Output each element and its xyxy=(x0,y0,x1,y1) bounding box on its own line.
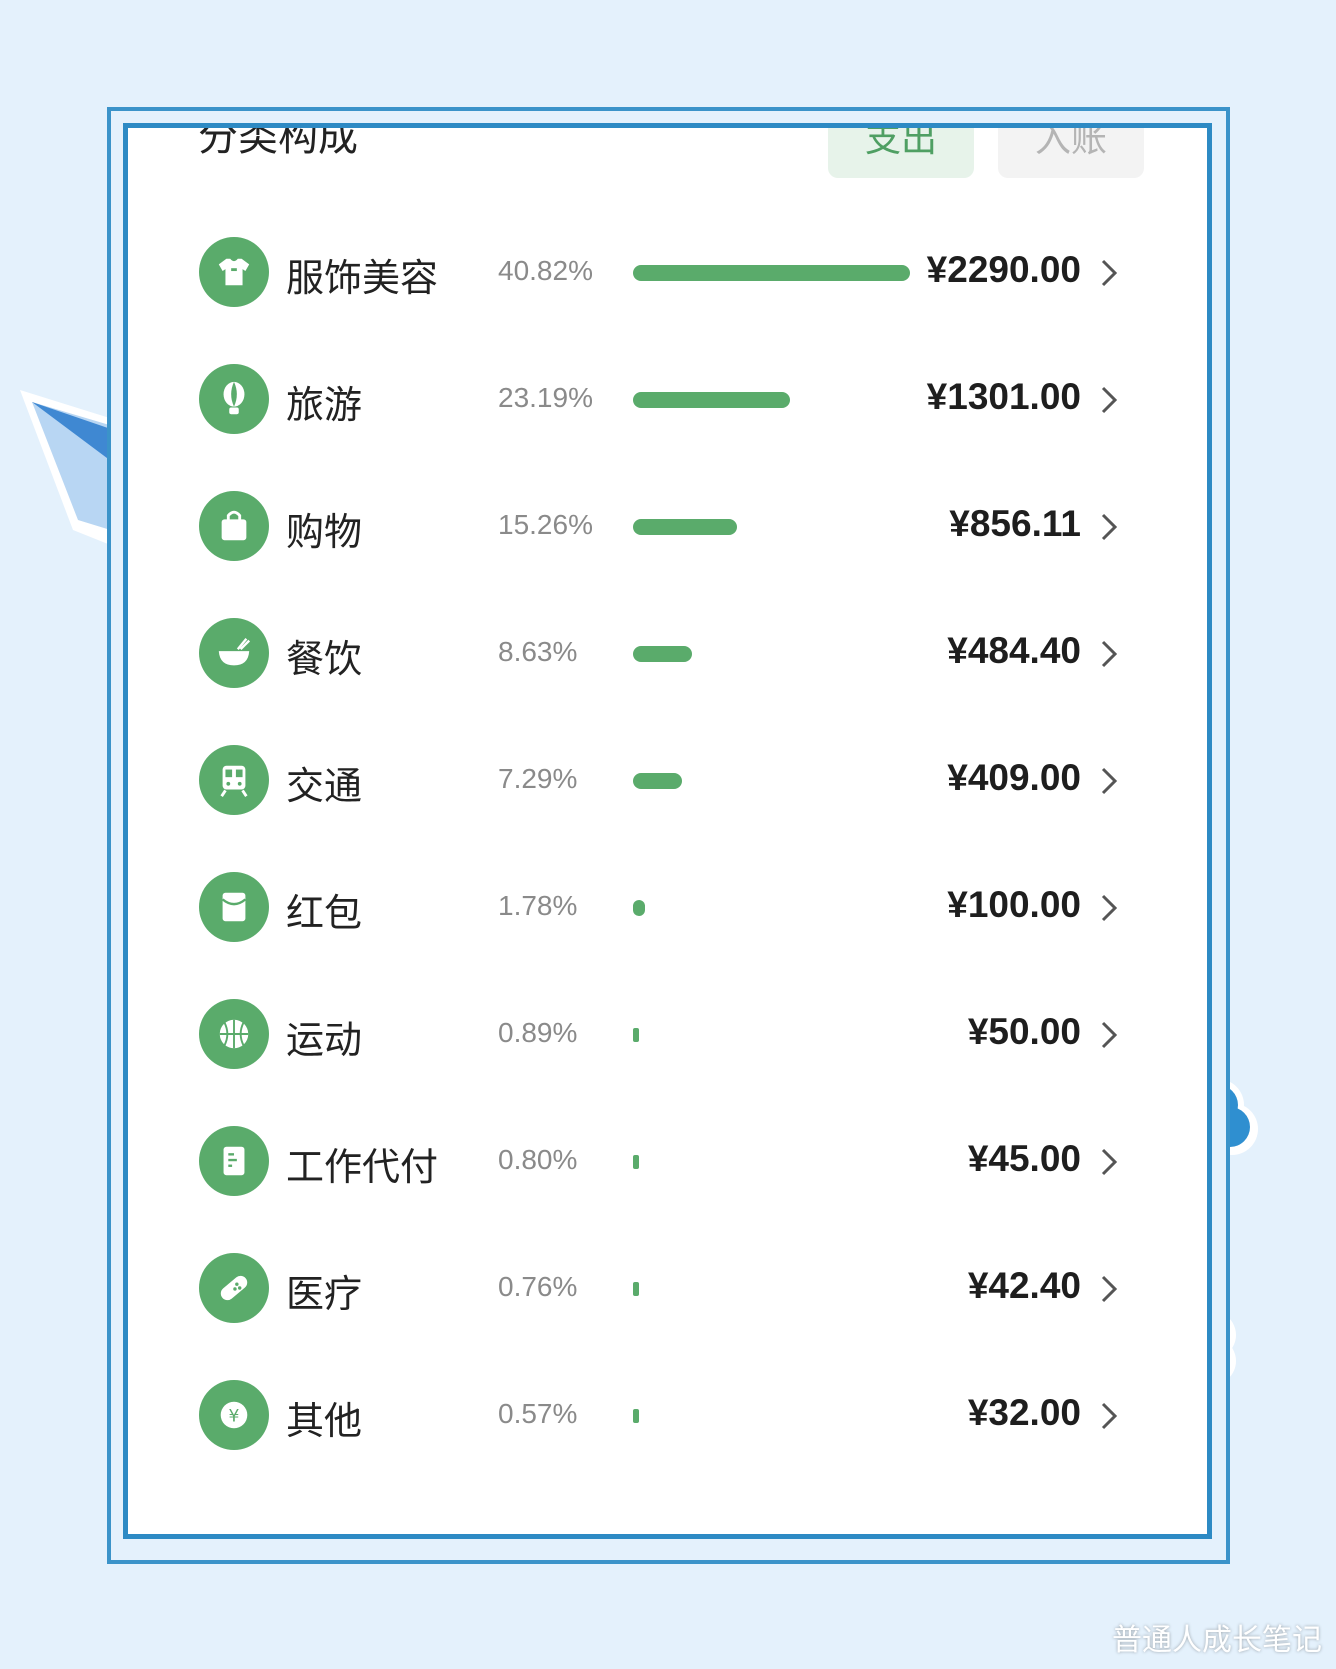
category-row[interactable]: ¥ 其他 0.57% ¥32.00 xyxy=(128,1366,1207,1466)
hot-air-balloon-icon xyxy=(199,364,269,434)
chevron-right-icon xyxy=(1101,640,1118,668)
category-name: 其他 xyxy=(286,1399,363,1443)
chevron-right-icon xyxy=(1101,1275,1118,1303)
watermark: 普通人成长笔记 xyxy=(1112,1623,1322,1658)
category-amount: ¥42.40 xyxy=(967,1265,1081,1306)
category-percent: 0.89% xyxy=(498,1017,578,1048)
bandage-icon xyxy=(199,1253,269,1323)
chevron-right-icon xyxy=(1101,1148,1118,1176)
chevron-right-icon xyxy=(1101,767,1118,795)
category-bar xyxy=(633,1028,639,1042)
category-bar xyxy=(633,900,645,916)
category-amount: ¥45.00 xyxy=(967,1138,1081,1179)
category-percent: 1.78% xyxy=(498,890,578,921)
category-bar xyxy=(633,773,682,789)
category-amount: ¥50.00 xyxy=(967,1011,1081,1052)
category-name: 购物 xyxy=(286,510,363,554)
document-icon xyxy=(199,1126,269,1196)
basketball-icon xyxy=(199,999,269,1069)
train-icon xyxy=(199,745,269,815)
category-row[interactable]: 餐饮 8.63% ¥484.40 xyxy=(128,604,1207,704)
category-amount: ¥100.00 xyxy=(947,884,1081,925)
category-percent: 0.57% xyxy=(498,1398,578,1429)
category-percent: 7.29% xyxy=(498,763,578,794)
category-percent: 0.80% xyxy=(498,1144,578,1175)
red-envelope-icon xyxy=(199,872,269,942)
category-row[interactable]: 红包 1.78% ¥100.00 xyxy=(128,858,1207,958)
category-bar xyxy=(633,1155,639,1169)
category-row[interactable]: 运动 0.89% ¥50.00 xyxy=(128,985,1207,1085)
shopping-bag-icon xyxy=(199,491,269,561)
category-percent: 23.19% xyxy=(498,382,593,413)
category-percent: 0.76% xyxy=(498,1271,578,1302)
bowl-icon xyxy=(199,618,269,688)
category-percent: 40.82% xyxy=(498,255,593,286)
category-name: 运动 xyxy=(286,1018,363,1062)
category-amount: ¥32.00 xyxy=(967,1392,1081,1433)
category-amount: ¥409.00 xyxy=(947,757,1081,798)
category-amount: ¥856.11 xyxy=(949,503,1081,544)
category-name: 交通 xyxy=(286,764,363,808)
category-amount: ¥2290.00 xyxy=(926,249,1081,290)
category-percent: 8.63% xyxy=(498,636,578,667)
category-amount: ¥484.40 xyxy=(947,630,1081,671)
shirt-icon xyxy=(199,237,269,307)
category-name: 工作代付 xyxy=(286,1145,439,1189)
category-bar xyxy=(633,1282,639,1296)
category-row[interactable]: 交通 7.29% ¥409.00 xyxy=(128,731,1207,831)
svg-text:¥: ¥ xyxy=(229,1407,240,1427)
category-name: 服饰美容 xyxy=(286,256,439,300)
category-name: 医疗 xyxy=(286,1272,363,1316)
category-bar xyxy=(633,646,692,662)
category-name: 旅游 xyxy=(286,383,363,427)
chevron-right-icon xyxy=(1101,1402,1118,1430)
category-breakdown-card: 分类构成 支出 入账 服饰美容 40.82% ¥2290.00 旅游 23.19… xyxy=(123,123,1212,1539)
category-name: 餐饮 xyxy=(286,637,363,681)
chevron-right-icon xyxy=(1101,513,1118,541)
section-title: 分类构成 xyxy=(198,123,358,160)
category-bar xyxy=(633,1409,639,1423)
chevron-right-icon xyxy=(1101,1021,1118,1049)
category-bar xyxy=(633,392,790,408)
category-name: 红包 xyxy=(286,891,363,935)
category-bar xyxy=(633,265,910,281)
category-row[interactable]: 服饰美容 40.82% ¥2290.00 xyxy=(128,223,1207,323)
tab-income[interactable]: 入账 xyxy=(998,128,1144,178)
card-header: 分类构成 支出 入账 xyxy=(128,128,1207,188)
category-bar xyxy=(633,519,737,535)
category-amount: ¥1301.00 xyxy=(926,376,1081,417)
category-row[interactable]: 工作代付 0.80% ¥45.00 xyxy=(128,1112,1207,1212)
tab-expense[interactable]: 支出 xyxy=(828,128,974,178)
category-percent: 15.26% xyxy=(498,509,593,540)
chevron-right-icon xyxy=(1101,259,1118,287)
chevron-right-icon xyxy=(1101,386,1118,414)
yen-coin-icon: ¥ xyxy=(199,1380,269,1450)
chevron-right-icon xyxy=(1101,894,1118,922)
category-row[interactable]: 旅游 23.19% ¥1301.00 xyxy=(128,350,1207,450)
category-row[interactable]: 购物 15.26% ¥856.11 xyxy=(128,477,1207,577)
category-row[interactable]: 医疗 0.76% ¥42.40 xyxy=(128,1239,1207,1339)
